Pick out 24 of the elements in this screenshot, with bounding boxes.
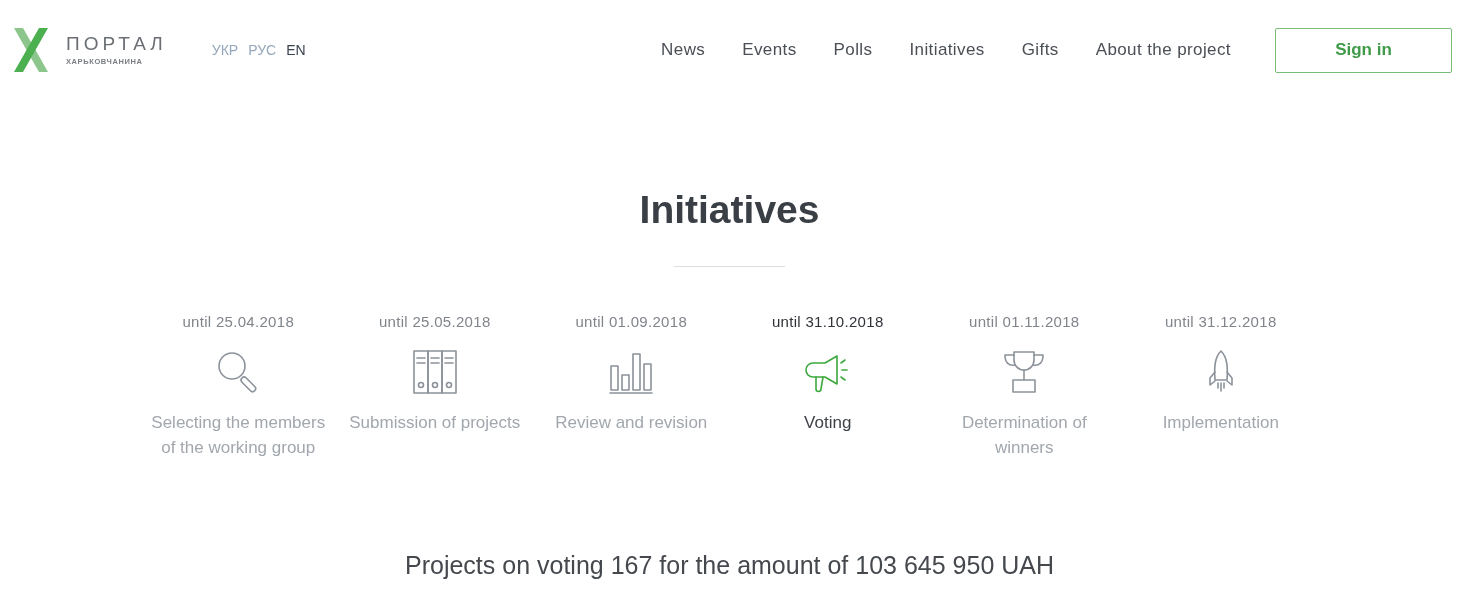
nav-link[interactable]: Initiatives xyxy=(909,40,985,60)
logo-title: ПОРТАЛ xyxy=(66,33,167,54)
nav-link[interactable]: Events xyxy=(742,40,797,60)
stage-label: Submission of projects xyxy=(349,412,521,434)
stage-label: Voting xyxy=(804,412,852,434)
language-link[interactable]: EN xyxy=(286,42,306,58)
stage-label: Selecting the members of the working group xyxy=(150,412,327,459)
nav-link[interactable]: Polls xyxy=(833,40,873,60)
voting-summary: Projects on voting 167 for the amount of 103 645 950 UAH xyxy=(405,550,1054,581)
nav-link[interactable]: News xyxy=(661,40,706,60)
stage-date: until 01.11.2018 xyxy=(969,312,1080,332)
stage-date: until 01.09.2018 xyxy=(575,312,688,332)
sign-in-button[interactable]: Sign in xyxy=(1275,27,1452,73)
stage-date: until 31.10.2018 xyxy=(771,312,884,332)
nav-link[interactable]: Gifts xyxy=(1021,40,1059,60)
stage-label: Implementation xyxy=(1162,412,1279,434)
stage-label: Review and revision xyxy=(555,412,708,434)
nav-link[interactable]: About the project xyxy=(1095,40,1231,60)
stage-date: until 25.05.2018 xyxy=(378,312,491,332)
logo-x-icon[interactable] xyxy=(14,28,48,72)
stage-label: Determination of winners xyxy=(960,412,1088,459)
page-title: Initiatives xyxy=(639,187,820,233)
stage-date: until 25.04.2018 xyxy=(182,312,295,332)
stage-date: until 31.12.2018 xyxy=(1164,312,1277,332)
